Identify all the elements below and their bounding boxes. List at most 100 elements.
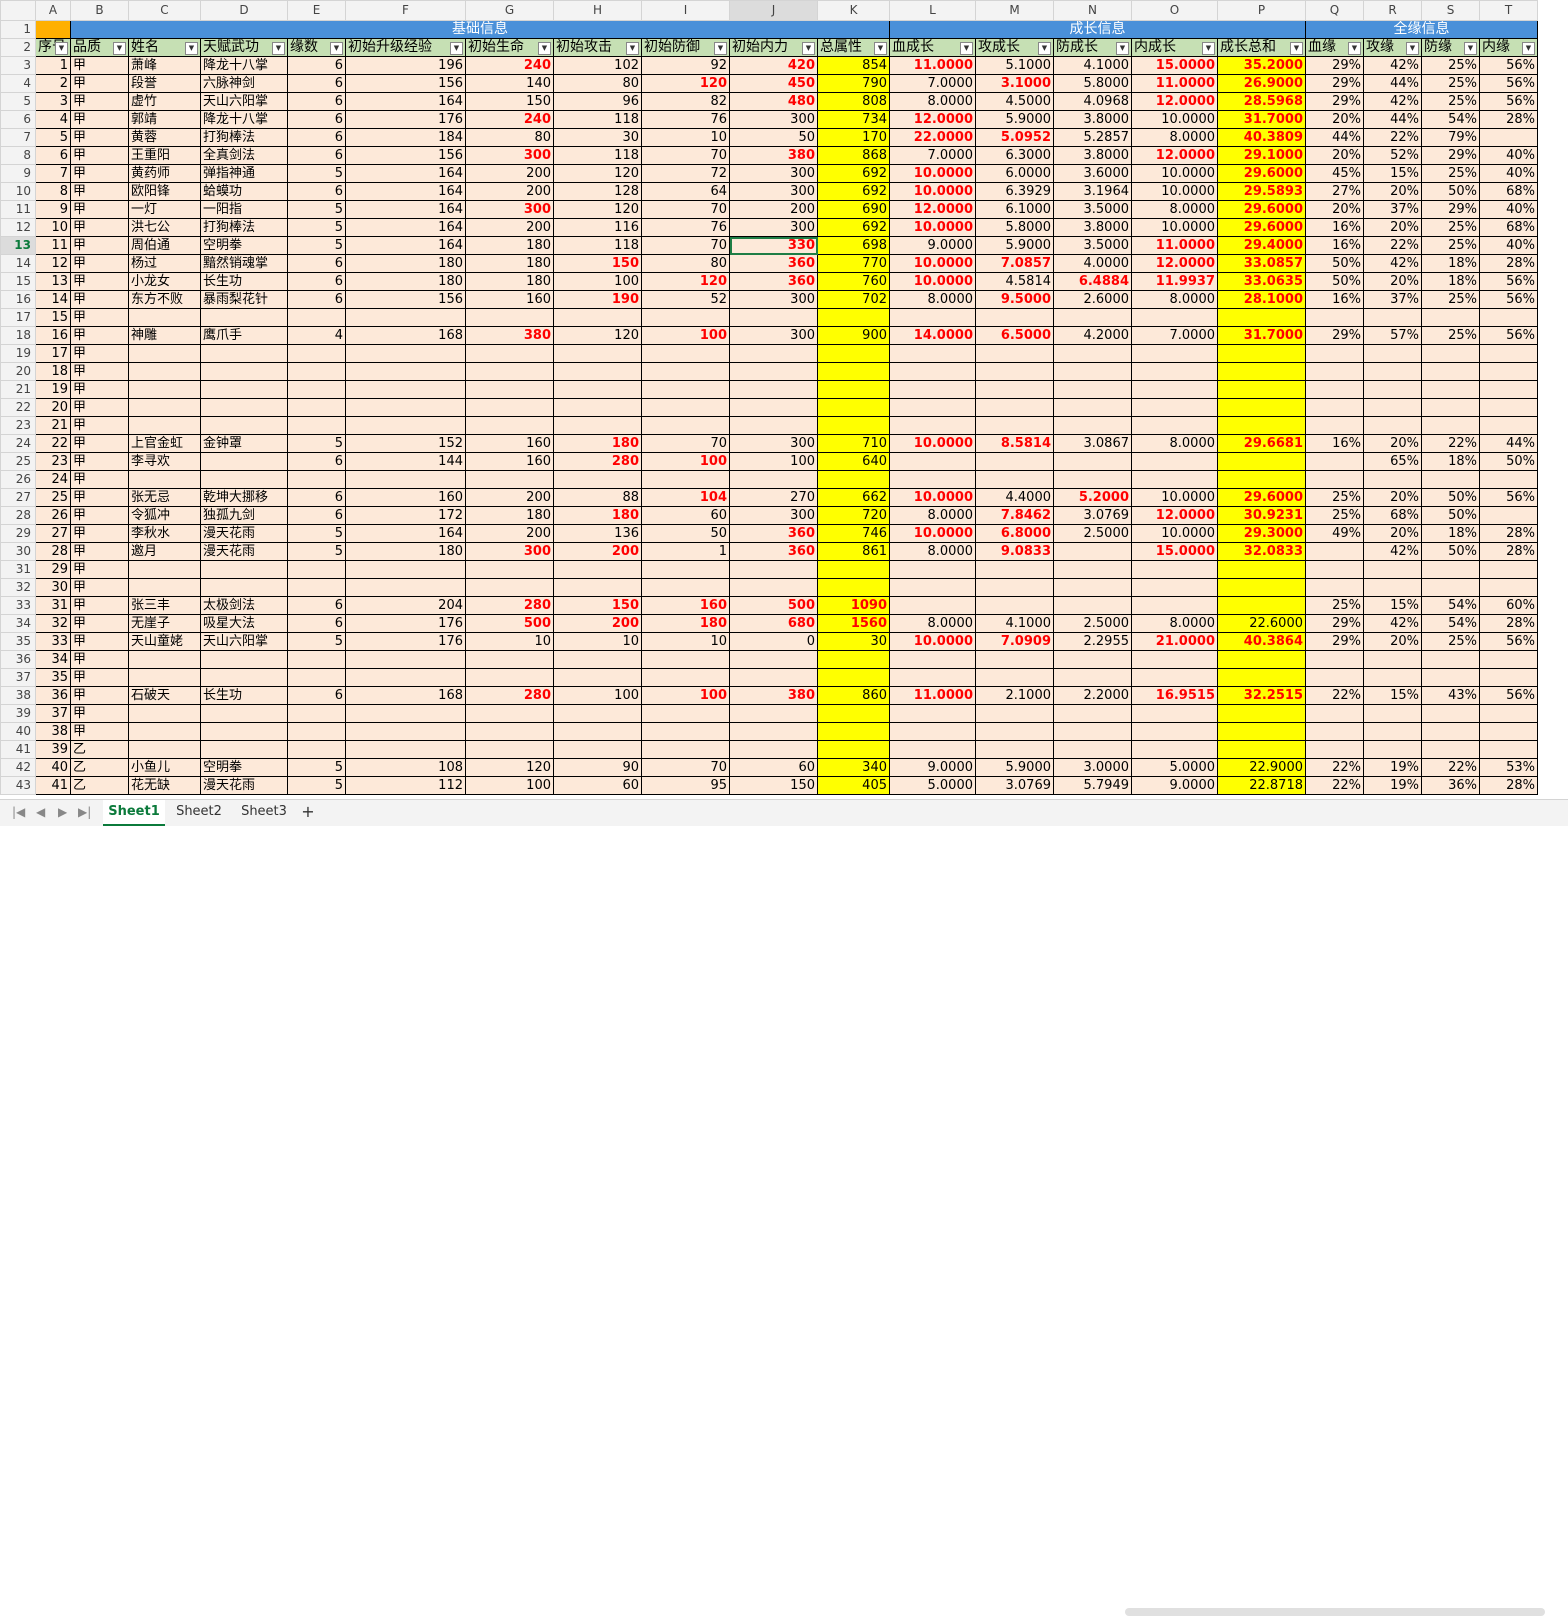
cell[interactable] <box>345 740 466 759</box>
cell[interactable]: 6 <box>287 92 346 111</box>
cell[interactable]: 50% <box>1421 182 1480 201</box>
cell[interactable] <box>1479 668 1538 687</box>
cell[interactable]: 8.0000 <box>1131 614 1218 633</box>
cell[interactable] <box>287 308 346 327</box>
cell[interactable]: 5.8000 <box>975 218 1054 237</box>
cell[interactable]: 450 <box>729 74 818 93</box>
cell[interactable]: 120 <box>641 272 730 291</box>
cell[interactable]: 10 <box>641 128 730 147</box>
cell[interactable] <box>200 308 288 327</box>
column-header[interactable]: L <box>889 0 976 21</box>
cell[interactable] <box>1421 470 1480 489</box>
cell[interactable]: 360 <box>729 542 818 561</box>
cell[interactable]: 6 <box>287 56 346 75</box>
cell[interactable]: 120 <box>553 326 642 345</box>
cell[interactable]: 22% <box>1305 686 1364 705</box>
cell[interactable]: 29.1000 <box>1217 146 1306 165</box>
cell[interactable]: 808 <box>817 92 890 111</box>
cell[interactable]: 25% <box>1421 92 1480 111</box>
cell[interactable] <box>975 380 1054 399</box>
cell[interactable] <box>1305 740 1364 759</box>
cell[interactable]: 甲 <box>70 452 129 471</box>
cell[interactable] <box>729 344 818 363</box>
cell[interactable]: 12 <box>35 254 71 273</box>
cell[interactable] <box>641 704 730 723</box>
cell[interactable]: 680 <box>729 614 818 633</box>
cell[interactable]: 80 <box>641 254 730 273</box>
cell[interactable]: 172 <box>345 506 466 525</box>
cell[interactable]: 176 <box>345 110 466 129</box>
cell[interactable]: 50% <box>1421 542 1480 561</box>
cell[interactable] <box>1479 506 1538 525</box>
cell[interactable] <box>287 650 346 669</box>
cell[interactable]: 380 <box>729 146 818 165</box>
cell[interactable]: 4.5814 <box>975 272 1054 291</box>
cell[interactable]: 36 <box>35 686 71 705</box>
cell[interactable]: 王重阳 <box>128 146 201 165</box>
cell[interactable]: 360 <box>729 524 818 543</box>
row-header[interactable]: 36 <box>0 650 36 669</box>
cell[interactable] <box>128 344 201 363</box>
cell[interactable]: 21.0000 <box>1131 632 1218 651</box>
cell[interactable]: 甲 <box>70 92 129 111</box>
cell[interactable]: 甲 <box>70 110 129 129</box>
cell[interactable]: 160 <box>641 596 730 615</box>
row-header[interactable]: 20 <box>0 362 36 381</box>
cell[interactable]: 周伯通 <box>128 236 201 255</box>
cell[interactable] <box>1217 560 1306 579</box>
cell[interactable] <box>128 578 201 597</box>
cell[interactable]: 79% <box>1421 128 1480 147</box>
cell[interactable]: 42% <box>1363 542 1422 561</box>
row-header[interactable]: 35 <box>0 632 36 651</box>
cell[interactable] <box>975 470 1054 489</box>
cell[interactable]: 22.9000 <box>1217 758 1306 777</box>
cell[interactable]: 甲 <box>70 398 129 417</box>
cell[interactable]: 68% <box>1363 506 1422 525</box>
cell[interactable] <box>1217 650 1306 669</box>
cell[interactable]: 26.9000 <box>1217 74 1306 93</box>
cell[interactable]: 20% <box>1363 524 1422 543</box>
cell[interactable]: 861 <box>817 542 890 561</box>
cell[interactable] <box>1363 470 1422 489</box>
cell[interactable]: 29% <box>1421 146 1480 165</box>
cell[interactable] <box>1363 578 1422 597</box>
cell[interactable] <box>200 380 288 399</box>
cell[interactable]: 164 <box>345 200 466 219</box>
row-header[interactable]: 12 <box>0 218 36 237</box>
cell[interactable] <box>889 650 976 669</box>
cell[interactable]: 56% <box>1479 686 1538 705</box>
cell[interactable] <box>465 578 554 597</box>
cell[interactable] <box>1217 308 1306 327</box>
cell[interactable]: 56% <box>1479 74 1538 93</box>
cell[interactable] <box>1131 344 1218 363</box>
cell[interactable]: 37% <box>1363 200 1422 219</box>
cell[interactable]: 金钟罩 <box>200 434 288 453</box>
cell[interactable]: 虚竹 <box>128 92 201 111</box>
cell[interactable]: 144 <box>345 452 466 471</box>
cell[interactable]: 15% <box>1363 164 1422 183</box>
cell[interactable] <box>817 362 890 381</box>
cell[interactable] <box>729 398 818 417</box>
cell[interactable] <box>128 416 201 435</box>
cell[interactable]: 3.1000 <box>975 74 1054 93</box>
cell[interactable]: 20% <box>1305 200 1364 219</box>
cell[interactable] <box>1053 308 1132 327</box>
cell[interactable] <box>1421 344 1480 363</box>
cell[interactable]: 甲 <box>70 326 129 345</box>
cell[interactable] <box>1131 470 1218 489</box>
cell[interactable] <box>817 722 890 741</box>
cell[interactable]: 蛤蟆功 <box>200 182 288 201</box>
cell[interactable] <box>641 398 730 417</box>
cell[interactable]: 11.0000 <box>1131 74 1218 93</box>
cell[interactable]: 26 <box>35 506 71 525</box>
cell[interactable]: 5 <box>287 236 346 255</box>
cell[interactable] <box>1479 344 1538 363</box>
cell[interactable]: 甲 <box>70 416 129 435</box>
cell[interactable] <box>1131 596 1218 615</box>
cell[interactable]: 20% <box>1305 110 1364 129</box>
cell[interactable]: 28% <box>1479 524 1538 543</box>
cell[interactable]: 120 <box>553 200 642 219</box>
cell[interactable]: 16% <box>1305 290 1364 309</box>
cell[interactable] <box>1053 668 1132 687</box>
cell[interactable]: 5.7949 <box>1053 776 1132 795</box>
